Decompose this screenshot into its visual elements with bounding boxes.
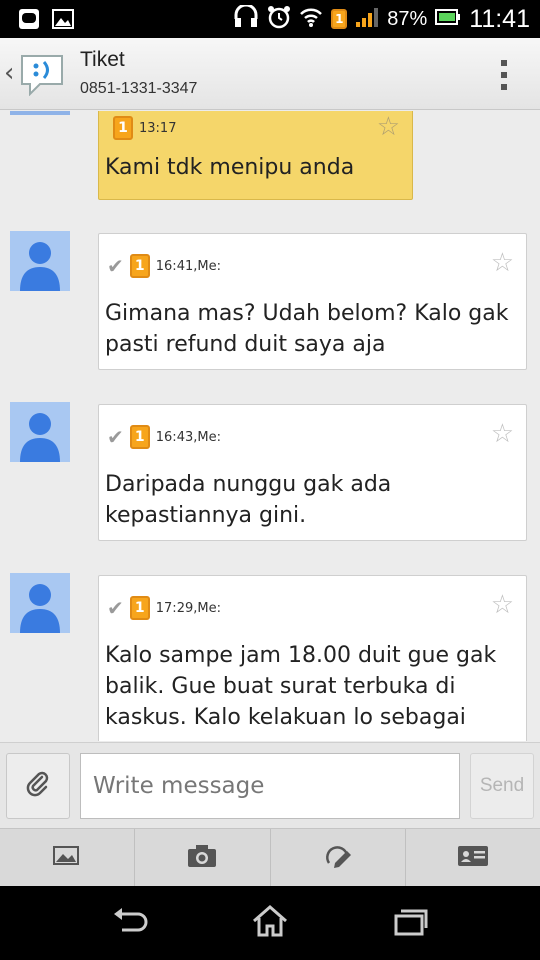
attach-button[interactable] bbox=[6, 753, 70, 819]
battery-percent: 87% bbox=[387, 7, 428, 30]
composer-bar: Send bbox=[0, 742, 540, 828]
picture-icon bbox=[52, 844, 82, 872]
camera-icon bbox=[187, 844, 217, 872]
take-photo-button[interactable] bbox=[135, 829, 271, 886]
contact-name: Tiket bbox=[80, 48, 125, 71]
back-chevron-icon[interactable]: ‹ bbox=[4, 58, 14, 88]
messaging-app-icon[interactable] bbox=[18, 52, 66, 100]
star-icon[interactable]: ☆ bbox=[491, 419, 514, 449]
avatar bbox=[10, 111, 70, 115]
conversation-list[interactable]: 1 13:17 ☆ Kami tdk menipu anda ✔ 1 16:41… bbox=[0, 111, 540, 741]
alarm-clock-icon bbox=[267, 5, 291, 33]
back-icon[interactable] bbox=[110, 906, 150, 940]
message-bubble-outgoing[interactable]: ✔ 1 17:29,Me: ☆ Kalo sampe jam 18.00 dui… bbox=[98, 575, 527, 741]
contact-phone: 0851-1331-3347 bbox=[80, 80, 198, 97]
message-bubble-incoming[interactable]: 1 13:17 ☆ Kami tdk menipu anda bbox=[98, 111, 413, 200]
image-notification-icon bbox=[52, 8, 74, 34]
home-icon[interactable] bbox=[250, 904, 290, 942]
battery-icon bbox=[435, 8, 461, 30]
message-text: Kalo sampe jam 18.00 duit gue gak balik.… bbox=[105, 643, 497, 730]
wifi-icon bbox=[299, 6, 323, 32]
sim-card-icon: 1 bbox=[129, 425, 150, 449]
message-timestamp: 16:43,Me: bbox=[155, 429, 221, 445]
status-bar: 1 87% 11:41 bbox=[0, 0, 540, 38]
message-text: Kami tdk menipu anda bbox=[105, 155, 355, 180]
message-text: Gimana mas? Udah belom? Kalo gak pasti r… bbox=[105, 301, 509, 357]
attach-picture-button[interactable] bbox=[0, 829, 136, 886]
contact-card-icon bbox=[457, 844, 489, 872]
navigation-bar bbox=[0, 886, 540, 960]
sketch-button[interactable] bbox=[271, 829, 406, 886]
clock: 11:41 bbox=[469, 4, 530, 33]
action-bar: ‹ Tiket 0851-1331-3347 bbox=[0, 38, 540, 110]
delivered-check-icon: ✔ bbox=[107, 596, 124, 620]
message-timestamp: 16:41,Me: bbox=[155, 258, 221, 274]
message-timestamp: 17:29,Me: bbox=[155, 600, 221, 616]
send-button[interactable]: Send bbox=[470, 753, 534, 819]
attach-contact-button[interactable] bbox=[406, 829, 540, 886]
recent-apps-icon[interactable] bbox=[390, 906, 430, 940]
sim-card-icon: 1 bbox=[129, 254, 150, 278]
attachment-toolbar bbox=[0, 828, 540, 886]
avatar bbox=[10, 402, 70, 462]
star-icon[interactable]: ☆ bbox=[491, 248, 514, 278]
delivered-check-icon: ✔ bbox=[107, 425, 124, 449]
paperclip-icon bbox=[24, 770, 52, 802]
message-text: Daripada nunggu gak ada kepastiannya gin… bbox=[105, 472, 392, 528]
sim-card-icon: 1 bbox=[113, 116, 133, 140]
signal-strength-icon bbox=[355, 6, 379, 32]
sim-card-icon: 1 bbox=[129, 596, 150, 620]
overflow-menu-icon[interactable] bbox=[498, 60, 510, 90]
avatar bbox=[10, 573, 70, 633]
message-input[interactable] bbox=[80, 753, 460, 819]
delivered-check-icon: ✔ bbox=[107, 254, 124, 278]
chat-app-notification-icon bbox=[18, 8, 40, 34]
sketch-pen-icon bbox=[323, 843, 353, 873]
message-bubble-outgoing[interactable]: ✔ 1 16:43,Me: ☆ Daripada nunggu gak ada … bbox=[98, 404, 527, 541]
sim-card-icon: 1 bbox=[331, 9, 348, 29]
message-bubble-outgoing[interactable]: ✔ 1 16:41,Me: ☆ Gimana mas? Udah belom? … bbox=[98, 233, 527, 370]
star-icon[interactable]: ☆ bbox=[491, 590, 514, 620]
headset-icon bbox=[233, 3, 259, 33]
avatar bbox=[10, 231, 70, 291]
star-icon[interactable]: ☆ bbox=[377, 112, 400, 142]
message-timestamp: 13:17 bbox=[139, 120, 177, 136]
